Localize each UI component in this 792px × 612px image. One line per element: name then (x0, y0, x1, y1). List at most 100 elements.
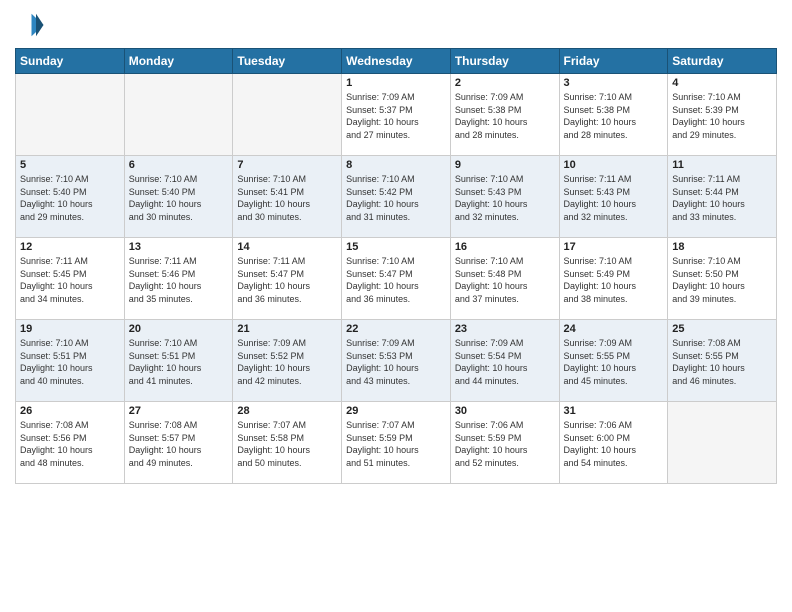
day-info: Sunrise: 7:10 AM Sunset: 5:50 PM Dayligh… (672, 255, 772, 305)
day-info: Sunrise: 7:10 AM Sunset: 5:51 PM Dayligh… (129, 337, 229, 387)
calendar-cell: 7 Sunrise: 7:10 AM Sunset: 5:41 PM Daylig… (233, 156, 342, 238)
day-number: 26 (20, 405, 120, 417)
header (15, 10, 777, 40)
day-number: 18 (672, 241, 772, 253)
day-info: Sunrise: 7:10 AM Sunset: 5:42 PM Dayligh… (346, 173, 446, 223)
day-info: Sunrise: 7:10 AM Sunset: 5:47 PM Dayligh… (346, 255, 446, 305)
calendar-week-row: 19 Sunrise: 7:10 AM Sunset: 5:51 PM Dayli… (16, 320, 777, 402)
calendar-cell: 19 Sunrise: 7:10 AM Sunset: 5:51 PM Dayli… (16, 320, 125, 402)
day-info: Sunrise: 7:10 AM Sunset: 5:49 PM Dayligh… (564, 255, 664, 305)
day-number: 17 (564, 241, 664, 253)
day-number: 6 (129, 159, 229, 171)
day-number: 1 (346, 77, 446, 89)
calendar-cell (16, 74, 125, 156)
calendar-cell: 4 Sunrise: 7:10 AM Sunset: 5:39 PM Daylig… (668, 74, 777, 156)
day-info: Sunrise: 7:09 AM Sunset: 5:54 PM Dayligh… (455, 337, 555, 387)
day-number: 21 (237, 323, 337, 335)
calendar-cell: 26 Sunrise: 7:08 AM Sunset: 5:56 PM Dayli… (16, 402, 125, 484)
calendar-table: SundayMondayTuesdayWednesdayThursdayFrid… (15, 48, 777, 484)
day-info: Sunrise: 7:09 AM Sunset: 5:55 PM Dayligh… (564, 337, 664, 387)
weekday-header: Thursday (450, 49, 559, 74)
calendar-cell: 25 Sunrise: 7:08 AM Sunset: 5:55 PM Dayli… (668, 320, 777, 402)
calendar-cell: 24 Sunrise: 7:09 AM Sunset: 5:55 PM Dayli… (559, 320, 668, 402)
calendar-cell: 8 Sunrise: 7:10 AM Sunset: 5:42 PM Daylig… (342, 156, 451, 238)
weekday-header: Tuesday (233, 49, 342, 74)
day-number: 7 (237, 159, 337, 171)
day-number: 29 (346, 405, 446, 417)
day-number: 22 (346, 323, 446, 335)
day-info: Sunrise: 7:09 AM Sunset: 5:38 PM Dayligh… (455, 91, 555, 141)
day-number: 12 (20, 241, 120, 253)
day-info: Sunrise: 7:10 AM Sunset: 5:43 PM Dayligh… (455, 173, 555, 223)
page: SundayMondayTuesdayWednesdayThursdayFrid… (0, 0, 792, 612)
day-number: 8 (346, 159, 446, 171)
calendar-cell (233, 74, 342, 156)
day-number: 25 (672, 323, 772, 335)
day-number: 30 (455, 405, 555, 417)
day-number: 9 (455, 159, 555, 171)
day-info: Sunrise: 7:08 AM Sunset: 5:57 PM Dayligh… (129, 419, 229, 469)
calendar-cell: 10Sunrise: 7:11 AM Sunset: 5:43 PM Dayli… (559, 156, 668, 238)
day-number: 31 (564, 405, 664, 417)
calendar-cell: 17 Sunrise: 7:10 AM Sunset: 5:49 PM Dayli… (559, 238, 668, 320)
calendar-cell: 9 Sunrise: 7:10 AM Sunset: 5:43 PM Daylig… (450, 156, 559, 238)
calendar-cell: 21 Sunrise: 7:09 AM Sunset: 5:52 PM Dayli… (233, 320, 342, 402)
day-number: 4 (672, 77, 772, 89)
day-info: Sunrise: 7:08 AM Sunset: 5:55 PM Dayligh… (672, 337, 772, 387)
calendar-cell: 18 Sunrise: 7:10 AM Sunset: 5:50 PM Dayli… (668, 238, 777, 320)
day-info: Sunrise: 7:06 AM Sunset: 6:00 PM Dayligh… (564, 419, 664, 469)
calendar-cell: 12Sunrise: 7:11 AM Sunset: 5:45 PM Dayli… (16, 238, 125, 320)
day-info: Sunrise: 7:10 AM Sunset: 5:38 PM Dayligh… (564, 91, 664, 141)
calendar-cell: 16Sunrise: 7:10 AM Sunset: 5:48 PM Dayli… (450, 238, 559, 320)
day-number: 20 (129, 323, 229, 335)
calendar-cell: 27Sunrise: 7:08 AM Sunset: 5:57 PM Dayli… (124, 402, 233, 484)
calendar-cell: 14 Sunrise: 7:11 AM Sunset: 5:47 PM Dayli… (233, 238, 342, 320)
day-number: 13 (129, 241, 229, 253)
day-info: Sunrise: 7:10 AM Sunset: 5:51 PM Dayligh… (20, 337, 120, 387)
day-info: Sunrise: 7:11 AM Sunset: 5:43 PM Dayligh… (564, 173, 664, 223)
weekday-header: Friday (559, 49, 668, 74)
day-info: Sunrise: 7:10 AM Sunset: 5:40 PM Dayligh… (20, 173, 120, 223)
calendar-week-row: 1 Sunrise: 7:09 AM Sunset: 5:37 PM Daylig… (16, 74, 777, 156)
day-number: 15 (346, 241, 446, 253)
day-info: Sunrise: 7:11 AM Sunset: 5:44 PM Dayligh… (672, 173, 772, 223)
weekday-header: Sunday (16, 49, 125, 74)
day-number: 28 (237, 405, 337, 417)
weekday-header: Saturday (668, 49, 777, 74)
day-info: Sunrise: 7:07 AM Sunset: 5:59 PM Dayligh… (346, 419, 446, 469)
calendar-cell: 22 Sunrise: 7:09 AM Sunset: 5:53 PM Dayli… (342, 320, 451, 402)
calendar-cell (124, 74, 233, 156)
day-info: Sunrise: 7:11 AM Sunset: 5:46 PM Dayligh… (129, 255, 229, 305)
day-info: Sunrise: 7:11 AM Sunset: 5:47 PM Dayligh… (237, 255, 337, 305)
day-info: Sunrise: 7:09 AM Sunset: 5:52 PM Dayligh… (237, 337, 337, 387)
calendar-cell: 30 Sunrise: 7:06 AM Sunset: 5:59 PM Dayli… (450, 402, 559, 484)
calendar-week-row: 12Sunrise: 7:11 AM Sunset: 5:45 PM Dayli… (16, 238, 777, 320)
weekday-header: Monday (124, 49, 233, 74)
day-number: 24 (564, 323, 664, 335)
calendar-cell: 5 Sunrise: 7:10 AM Sunset: 5:40 PM Daylig… (16, 156, 125, 238)
day-number: 5 (20, 159, 120, 171)
calendar-cell: 3Sunrise: 7:10 AM Sunset: 5:38 PM Daylig… (559, 74, 668, 156)
calendar-cell: 13 Sunrise: 7:11 AM Sunset: 5:46 PM Dayli… (124, 238, 233, 320)
day-number: 16 (455, 241, 555, 253)
calendar-cell: 28Sunrise: 7:07 AM Sunset: 5:58 PM Dayli… (233, 402, 342, 484)
day-info: Sunrise: 7:09 AM Sunset: 5:53 PM Dayligh… (346, 337, 446, 387)
day-number: 14 (237, 241, 337, 253)
calendar-cell: 6Sunrise: 7:10 AM Sunset: 5:40 PM Daylig… (124, 156, 233, 238)
day-info: Sunrise: 7:10 AM Sunset: 5:41 PM Dayligh… (237, 173, 337, 223)
calendar-week-row: 5 Sunrise: 7:10 AM Sunset: 5:40 PM Daylig… (16, 156, 777, 238)
calendar-cell: 23Sunrise: 7:09 AM Sunset: 5:54 PM Dayli… (450, 320, 559, 402)
calendar-week-row: 26 Sunrise: 7:08 AM Sunset: 5:56 PM Dayli… (16, 402, 777, 484)
day-info: Sunrise: 7:10 AM Sunset: 5:39 PM Dayligh… (672, 91, 772, 141)
logo-icon (15, 10, 45, 40)
day-info: Sunrise: 7:06 AM Sunset: 5:59 PM Dayligh… (455, 419, 555, 469)
day-number: 19 (20, 323, 120, 335)
weekday-header-row: SundayMondayTuesdayWednesdayThursdayFrid… (16, 49, 777, 74)
calendar-cell: 1 Sunrise: 7:09 AM Sunset: 5:37 PM Daylig… (342, 74, 451, 156)
day-info: Sunrise: 7:09 AM Sunset: 5:37 PM Dayligh… (346, 91, 446, 141)
calendar-cell: 2 Sunrise: 7:09 AM Sunset: 5:38 PM Daylig… (450, 74, 559, 156)
day-number: 2 (455, 77, 555, 89)
day-info: Sunrise: 7:08 AM Sunset: 5:56 PM Dayligh… (20, 419, 120, 469)
calendar-cell: 11Sunrise: 7:11 AM Sunset: 5:44 PM Dayli… (668, 156, 777, 238)
calendar-cell: 15 Sunrise: 7:10 AM Sunset: 5:47 PM Dayli… (342, 238, 451, 320)
